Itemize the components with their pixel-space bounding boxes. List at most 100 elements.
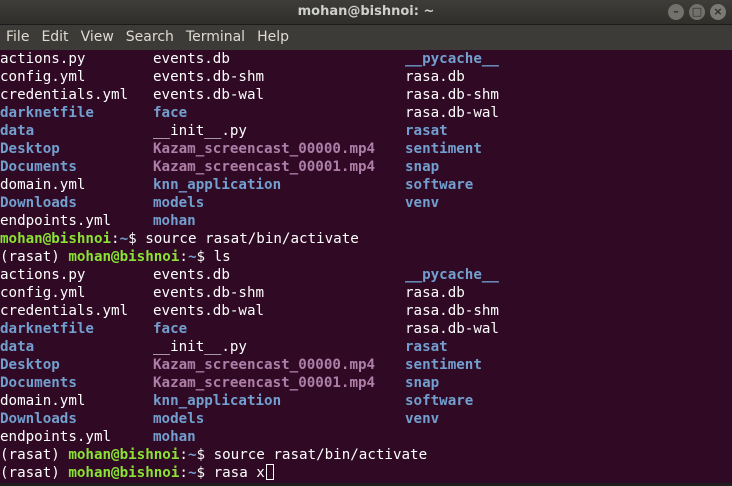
listing-row: credentials.yml events.db-wal rasa.db-shm: [0, 302, 732, 320]
prompt-user-host: mohan@bishnoi: [0, 231, 112, 247]
listing-row: Desktop Kazam_screencast_00000.mp4 sentime…: [0, 140, 732, 158]
directory-entry: venv: [405, 195, 440, 211]
file-entry: rasa.db: [405, 69, 465, 85]
prompt-separator: :: [111, 231, 120, 247]
menu-search[interactable]: Search: [120, 25, 180, 50]
listing-row: data __init__.py rasat: [0, 338, 732, 356]
file-entry: endpoints.yml: [0, 213, 112, 229]
prompt: (rasat) mohan@bishnoi:~$ source rasat/bi…: [0, 446, 427, 464]
window-controls: – □ ×: [668, 4, 726, 20]
directory-entry: venv: [405, 411, 440, 427]
file-entry: events.db: [153, 51, 230, 67]
directory-entry: data: [0, 123, 35, 139]
menu-view[interactable]: View: [75, 25, 120, 50]
listing-row: darknetfile face rasa.db-wal: [0, 104, 732, 122]
file-entry: credentials.yml: [0, 87, 129, 103]
listing-row: domain.yml knn_application software: [0, 392, 732, 410]
directory-entry: __pycache__: [405, 267, 499, 283]
file-entry: rasa.db-shm: [405, 87, 499, 103]
listing-row: Documents Kazam_screencast_00001.mp4 snap: [0, 158, 732, 176]
directory-entry: data: [0, 339, 35, 355]
file-entry: events.db-wal: [153, 303, 265, 319]
prompt-user-host: mohan@bishnoi: [68, 249, 180, 265]
file-entry: domain.yml: [0, 393, 86, 409]
directory-entry: snap: [405, 159, 440, 175]
file-entry: domain.yml: [0, 177, 86, 193]
directory-entry: __pycache__: [405, 51, 499, 67]
virtualenv-indicator: (rasat): [0, 465, 69, 481]
prompt-line: mohan@bishnoi:~$ source rasat/bin/activa…: [0, 230, 732, 248]
directory-entry: models: [153, 411, 205, 427]
command-text: ls: [213, 249, 231, 265]
prompt: (rasat) mohan@bishnoi:~$ rasa x: [0, 464, 274, 482]
file-entry: events.db-shm: [153, 285, 265, 301]
directory-entry: face: [153, 105, 188, 121]
minimize-button[interactable]: –: [668, 4, 684, 20]
menu-terminal[interactable]: Terminal: [180, 25, 251, 50]
close-button[interactable]: ×: [710, 4, 726, 20]
file-entry: actions.py: [0, 51, 86, 67]
file-entry: __init__.py: [153, 339, 247, 355]
directory-entry: Downloads: [0, 411, 77, 427]
virtualenv-indicator: (rasat): [0, 447, 69, 463]
file-entry: events.db-wal: [153, 87, 265, 103]
listing-row: Downloads models venv: [0, 410, 732, 428]
listing-row: Downloads models venv: [0, 194, 732, 212]
prompt-separator: :: [179, 465, 188, 481]
directory-entry: Desktop: [0, 141, 60, 157]
prompt-line: (rasat) mohan@bishnoi:~$ source rasat/bi…: [0, 446, 732, 464]
file-entry: events.db: [153, 267, 230, 283]
directory-entry: darknetfile: [0, 321, 94, 337]
prompt-separator: :: [179, 447, 188, 463]
listing-row: darknetfile face rasa.db-wal: [0, 320, 732, 338]
directory-entry: software: [405, 177, 474, 193]
listing-row: domain.yml knn_application software: [0, 176, 732, 194]
prompt-symbol: $: [196, 465, 214, 481]
file-entry: rasa.db-shm: [405, 303, 499, 319]
video-file-entry: Kazam_screencast_00000.mp4: [153, 141, 376, 157]
text-cursor: [265, 464, 274, 480]
prompt-user-host: mohan@bishnoi: [68, 465, 180, 481]
file-entry: config.yml: [0, 285, 86, 301]
file-entry: rasa.db-wal: [405, 105, 499, 121]
terminal-output[interactable]: actions.py events.db __pycache__ config.yml…: [0, 50, 732, 486]
directory-entry: knn_application: [153, 393, 282, 409]
prompt-user-host: mohan@bishnoi: [68, 447, 180, 463]
command-text: rasa x: [213, 465, 265, 481]
listing-row: data __init__.py rasat: [0, 122, 732, 140]
prompt-symbol: $: [196, 447, 214, 463]
directory-entry: sentiment: [405, 357, 482, 373]
directory-entry: software: [405, 393, 474, 409]
prompt: (rasat) mohan@bishnoi:~$ ls: [0, 248, 231, 266]
file-entry: rasa.db: [405, 285, 465, 301]
window-titlebar[interactable]: mohan@bishnoi: ~ – □ ×: [0, 0, 732, 25]
video-file-entry: Kazam_screencast_00001.mp4: [153, 159, 376, 175]
prompt-symbol: $: [196, 249, 214, 265]
prompt-line: (rasat) mohan@bishnoi:~$ rasa x: [0, 464, 732, 482]
command-text: source rasat/bin/activate: [213, 447, 428, 463]
directory-entry: models: [153, 195, 205, 211]
directory-entry: rasat: [405, 123, 448, 139]
menu-file[interactable]: File: [0, 25, 35, 50]
directory-entry: Documents: [0, 159, 77, 175]
directory-entry: Documents: [0, 375, 77, 391]
menu-bar: File Edit View Search Terminal Help: [0, 25, 732, 50]
listing-row: actions.py events.db __pycache__: [0, 50, 732, 68]
menu-help[interactable]: Help: [251, 25, 295, 50]
directory-entry: darknetfile: [0, 105, 94, 121]
menu-edit[interactable]: Edit: [35, 25, 74, 50]
prompt-symbol: $: [128, 231, 146, 247]
directory-entry: Downloads: [0, 195, 77, 211]
prompt-path: ~: [119, 231, 129, 247]
listing-row: actions.py events.db __pycache__: [0, 266, 732, 284]
listing-row: Desktop Kazam_screencast_00000.mp4 sentime…: [0, 356, 732, 374]
maximize-button[interactable]: □: [689, 4, 705, 20]
directory-entry: mohan: [153, 213, 196, 229]
listing-row: credentials.yml events.db-wal rasa.db-shm: [0, 86, 732, 104]
file-entry: __init__.py: [153, 123, 247, 139]
directory-entry: knn_application: [153, 177, 282, 193]
prompt-line: (rasat) mohan@bishnoi:~$ ls: [0, 248, 732, 266]
listing-row: config.yml events.db-shm rasa.db: [0, 68, 732, 86]
window-title: mohan@bishnoi: ~: [297, 4, 435, 19]
directory-entry: Desktop: [0, 357, 60, 373]
